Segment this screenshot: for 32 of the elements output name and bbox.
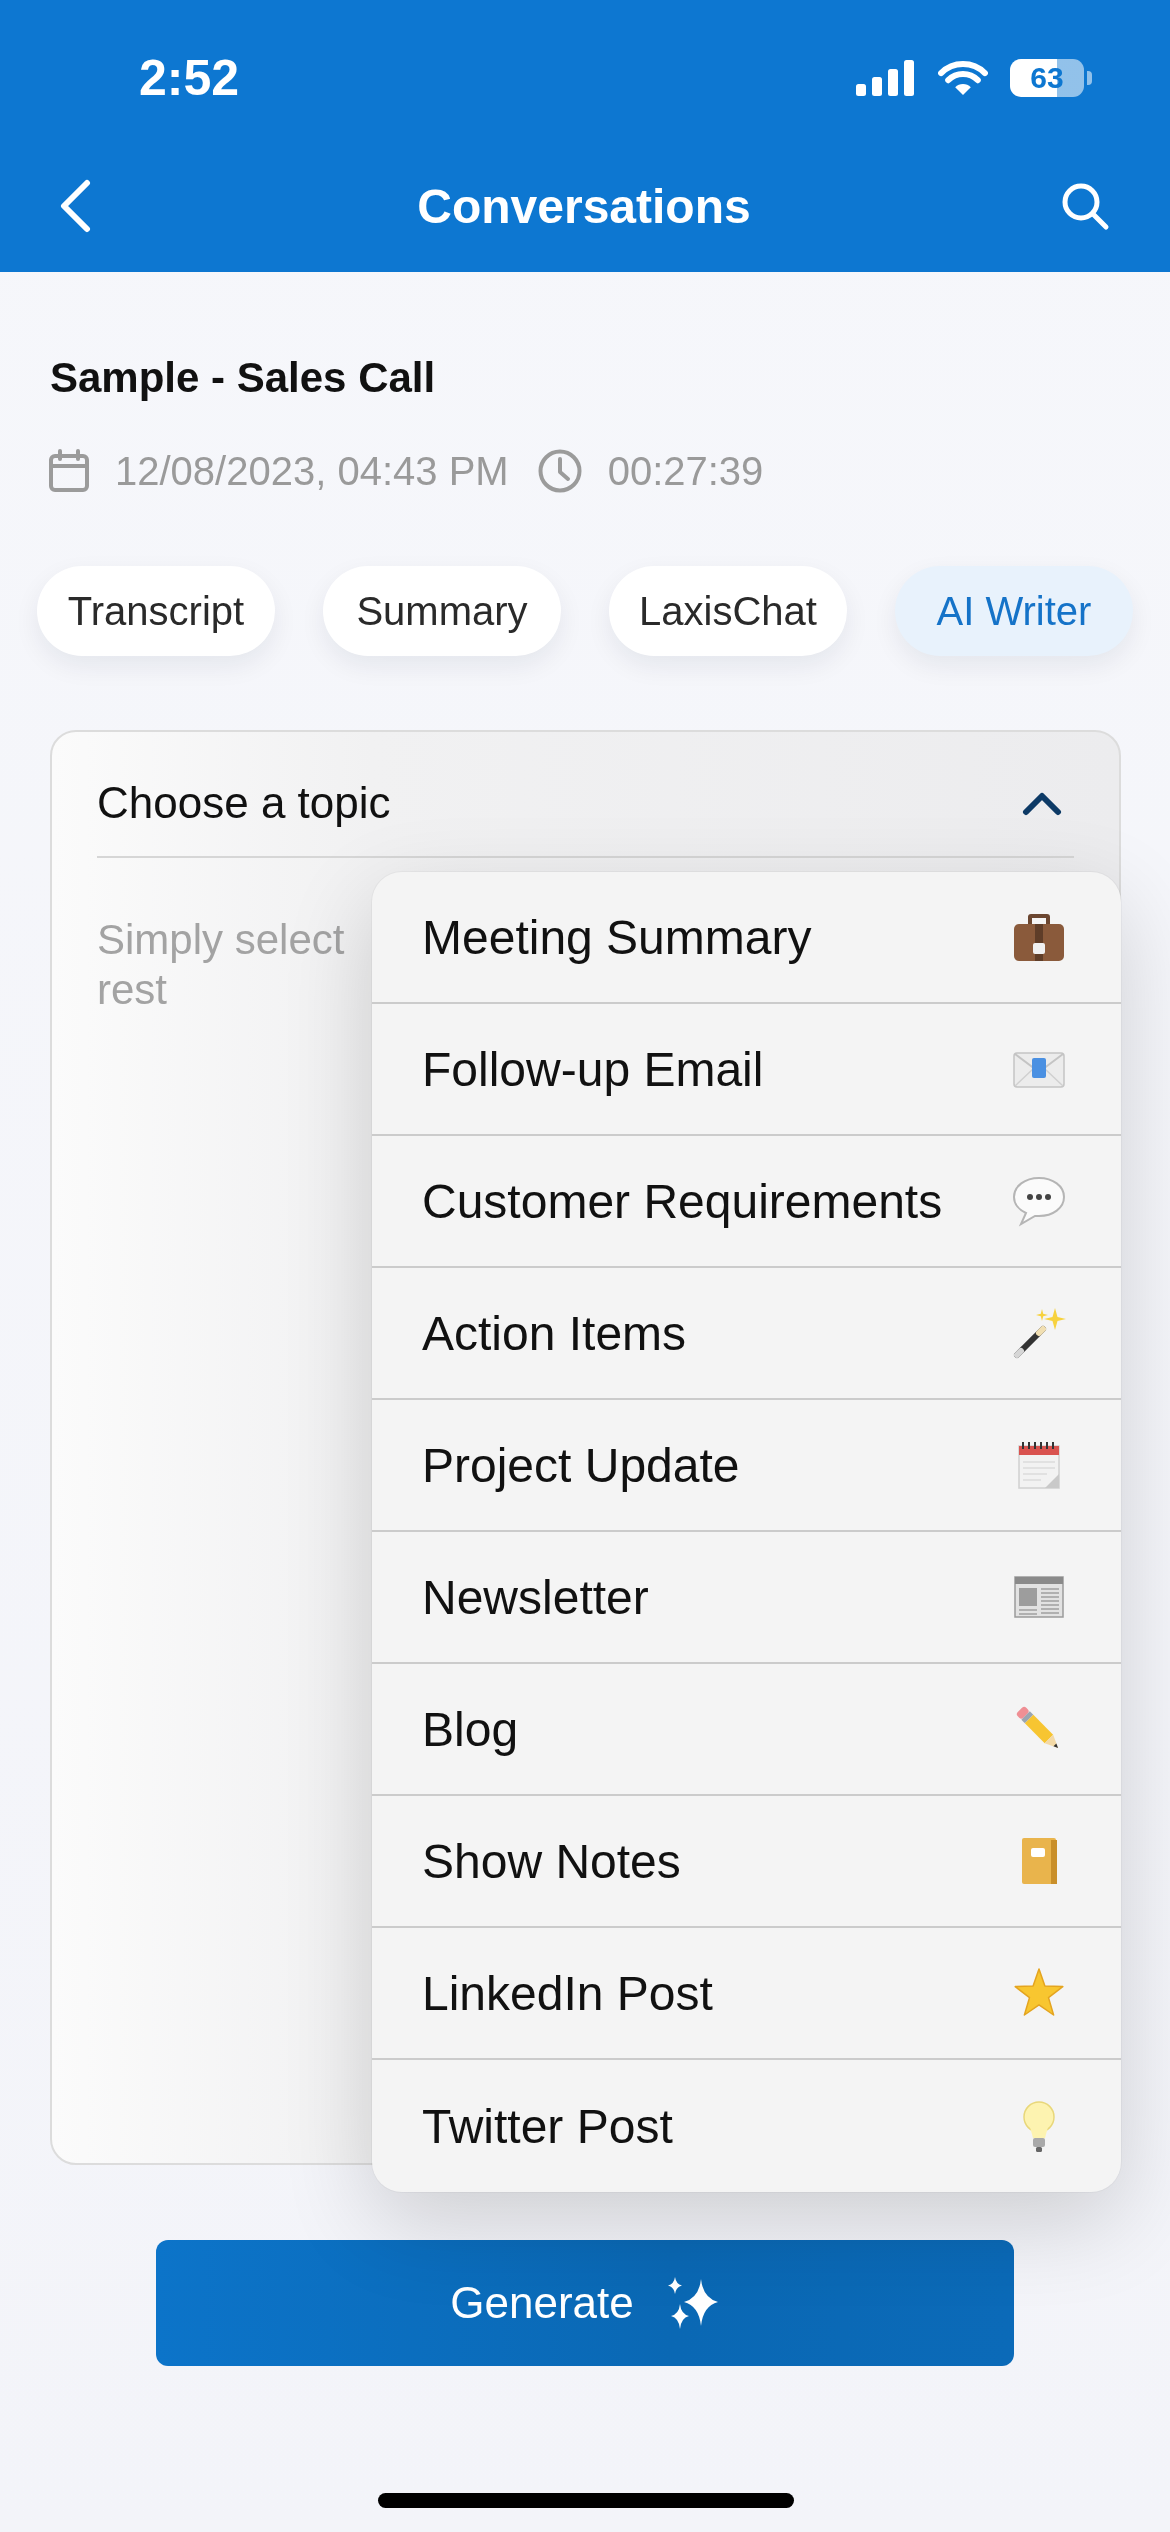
- menu-option[interactable]: LinkedIn Post: [372, 1928, 1121, 2060]
- menu-option[interactable]: Follow-up Email: [372, 1004, 1121, 1136]
- conversation-title: Sample - Sales Call: [50, 353, 437, 403]
- menu-option[interactable]: Action Items: [372, 1268, 1121, 1400]
- conversation-date: 12/08/2023, 04:43 PM: [115, 448, 509, 494]
- menu-option[interactable]: Newsletter: [372, 1532, 1121, 1664]
- search-button[interactable]: [1060, 181, 1110, 231]
- menu-option[interactable]: Twitter Post: [372, 2060, 1121, 2192]
- wifi-icon: [938, 59, 988, 97]
- screen-title: Conversations: [417, 178, 751, 234]
- menu-option[interactable]: Project Update: [372, 1400, 1121, 1532]
- battery-percentage: 63: [1030, 63, 1064, 93]
- calendar-icon: [48, 449, 90, 493]
- tab[interactable]: LaxisChat: [609, 566, 847, 656]
- status-time: 2:52: [139, 49, 240, 107]
- menu-option[interactable]: Customer Requirements: [372, 1136, 1121, 1268]
- back-chevron-icon: [58, 179, 92, 233]
- topic-dropdown[interactable]: Choose a topic: [97, 732, 1074, 858]
- tab[interactable]: Transcript: [37, 566, 275, 656]
- search-icon: [1060, 181, 1110, 231]
- tab[interactable]: AI Writer: [895, 566, 1133, 656]
- back-button[interactable]: [58, 179, 92, 233]
- menu-option[interactable]: Show Notes: [372, 1796, 1121, 1928]
- menu-option[interactable]: Blog: [372, 1664, 1121, 1796]
- tab[interactable]: Summary: [323, 566, 561, 656]
- menu-option[interactable]: Meeting Summary: [372, 872, 1121, 1004]
- hint-text: rest: [97, 965, 167, 1015]
- signal-icon: [856, 60, 914, 96]
- conversation-duration: 00:27:39: [607, 448, 764, 494]
- hint-text: Simply select: [97, 915, 345, 965]
- clock-icon: [536, 448, 583, 494]
- generate-button[interactable]: Generate: [156, 2240, 1014, 2366]
